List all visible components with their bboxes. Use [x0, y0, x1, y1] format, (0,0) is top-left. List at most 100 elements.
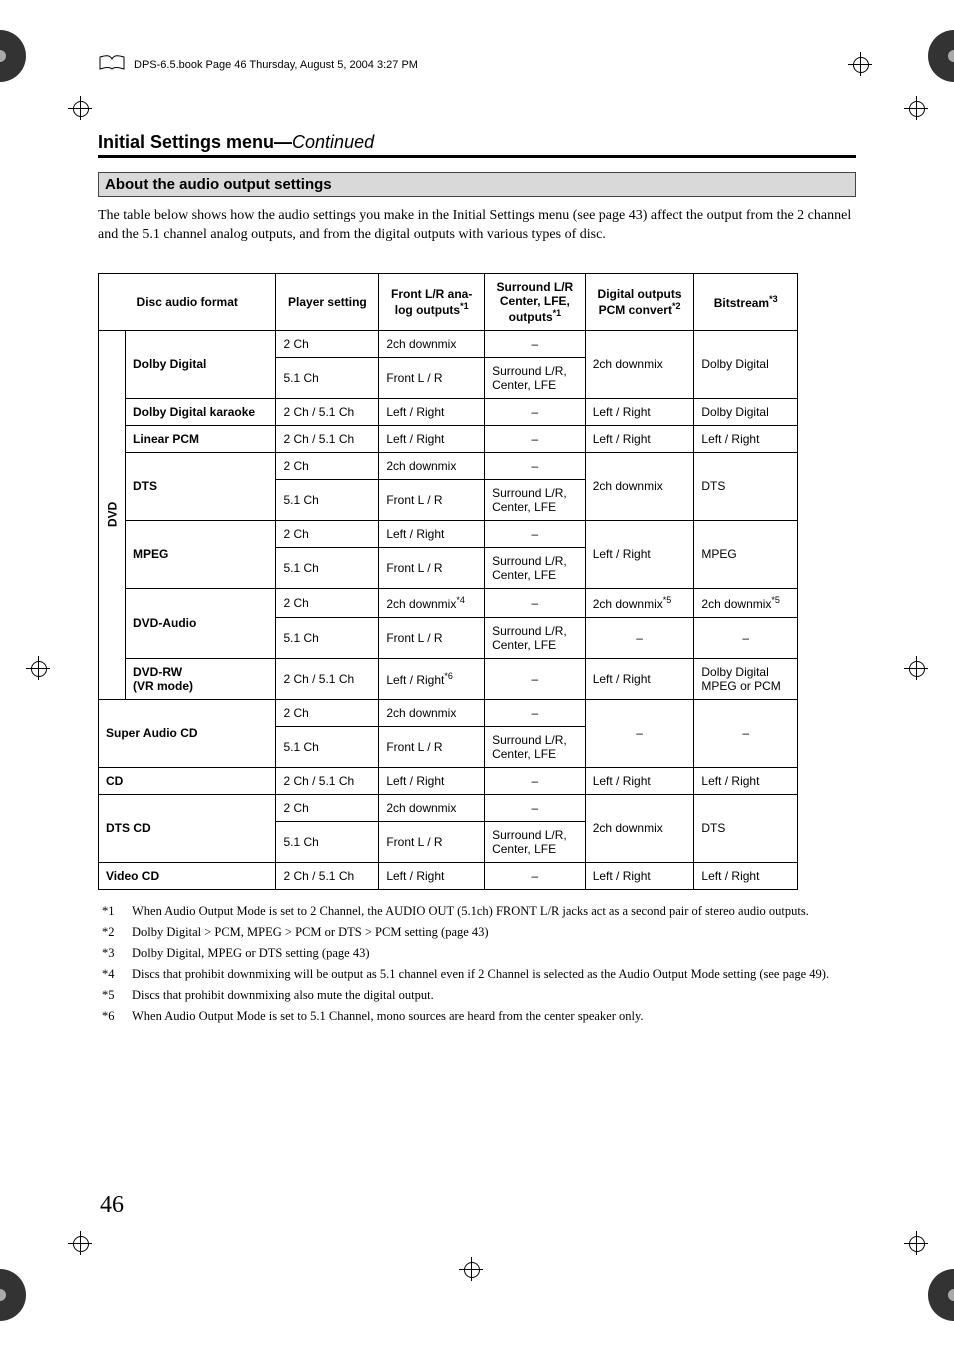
cell: –: [485, 425, 586, 452]
cell: 2 Ch: [276, 520, 379, 547]
registration-mark-icon: [904, 96, 928, 120]
cell: Left / Right: [585, 425, 694, 452]
cell: 2 Ch / 5.1 Ch: [276, 425, 379, 452]
registration-mark-icon: [68, 1231, 92, 1255]
cell: –: [585, 699, 694, 767]
cell: Left / Right: [694, 425, 798, 452]
footnote: *2Dolby Digital > PCM, MPEG > PCM or DTS…: [102, 923, 856, 941]
crop-disc-bl: [0, 1269, 52, 1321]
cell: Front L / R: [379, 726, 485, 767]
crop-disc-br: [902, 1269, 954, 1321]
cell-format: DVD-RW (VR mode): [126, 658, 276, 699]
cell: Dolby Digital MPEG or PCM: [694, 658, 798, 699]
cell: 5.1 Ch: [276, 821, 379, 862]
cell: 2ch downmix: [585, 794, 694, 862]
registration-mark-icon: [26, 656, 50, 680]
cell: 2ch downmix*4: [379, 588, 485, 617]
cell: Left / Right: [379, 398, 485, 425]
th-surround: Surround L/R Center, LFE, outputs*1: [485, 273, 586, 330]
cell: 2ch downmix: [379, 330, 485, 357]
cell: 2ch downmix*5: [585, 588, 694, 617]
cell: 5.1 Ch: [276, 726, 379, 767]
cell: Left / Right: [585, 658, 694, 699]
cell: –: [485, 862, 586, 889]
cell: Front L / R: [379, 547, 485, 588]
cell: –: [485, 699, 586, 726]
cell: Surround L/R, Center, LFE: [485, 617, 586, 658]
cell: Front L / R: [379, 357, 485, 398]
cell: 2ch downmix: [585, 452, 694, 520]
cell-format: DVD-Audio: [126, 588, 276, 658]
cell: –: [485, 588, 586, 617]
cell: 2ch downmix: [585, 330, 694, 398]
footnotes: *1When Audio Output Mode is set to 2 Cha…: [102, 902, 856, 1026]
th-digital-pcm: Digital outputs PCM convert*2: [585, 273, 694, 330]
cell: 2ch downmix: [379, 699, 485, 726]
table-row: DVD Dolby Digital 2 Ch 2ch downmix – 2ch…: [99, 330, 798, 357]
cell-format: DTS CD: [99, 794, 276, 862]
table-row: Linear PCM 2 Ch / 5.1 Ch Left / Right – …: [99, 425, 798, 452]
cell-format: Video CD: [99, 862, 276, 889]
crop-disc-tl: [0, 30, 52, 82]
crop-disc-tr: [902, 30, 954, 82]
cell: 2 Ch / 5.1 Ch: [276, 398, 379, 425]
footnote: *3Dolby Digital, MPEG or DTS setting (pa…: [102, 944, 856, 962]
th-player-setting: Player setting: [276, 273, 379, 330]
cell: –: [485, 520, 586, 547]
cell: Surround L/R, Center, LFE: [485, 357, 586, 398]
cell: –: [485, 398, 586, 425]
cell: 2 Ch: [276, 330, 379, 357]
cell: 2 Ch / 5.1 Ch: [276, 767, 379, 794]
cell: 2ch downmix: [379, 452, 485, 479]
cell-format: DTS: [126, 452, 276, 520]
cell-format: MPEG: [126, 520, 276, 588]
cell: 2ch downmix*5: [694, 588, 798, 617]
cell: Left / Right: [379, 425, 485, 452]
cell: 5.1 Ch: [276, 547, 379, 588]
th-front-lr: Front L/R ana- log outputs*1: [379, 273, 485, 330]
footnote: *6When Audio Output Mode is set to 5.1 C…: [102, 1007, 856, 1025]
intro-paragraph: The table below shows how the audio sett…: [98, 207, 856, 245]
registration-mark-icon: [459, 1257, 483, 1281]
cell: Surround L/R, Center, LFE: [485, 547, 586, 588]
cell: Left / Right: [585, 862, 694, 889]
cell: Left / Right*6: [379, 658, 485, 699]
section-title: Initial Settings menu—Continued: [98, 132, 856, 158]
cell: Left / Right: [585, 767, 694, 794]
table-row: DTS 2 Ch 2ch downmix – 2ch downmix DTS: [99, 452, 798, 479]
cell: –: [694, 699, 798, 767]
book-spread-icon: [98, 55, 126, 74]
table-row: DTS CD 2 Ch 2ch downmix – 2ch downmix DT…: [99, 794, 798, 821]
table-row: Video CD 2 Ch / 5.1 Ch Left / Right – Le…: [99, 862, 798, 889]
book-header-line: DPS-6.5.book Page 46 Thursday, August 5,…: [98, 55, 856, 74]
cell: 5.1 Ch: [276, 479, 379, 520]
cell: Left / Right: [585, 520, 694, 588]
registration-mark-icon: [904, 1231, 928, 1255]
cell: Dolby Digital: [694, 330, 798, 398]
cell: –: [485, 794, 586, 821]
cell: Surround L/R, Center, LFE: [485, 726, 586, 767]
cell: Surround L/R, Center, LFE: [485, 479, 586, 520]
cell: 2 Ch: [276, 699, 379, 726]
cell: –: [694, 617, 798, 658]
cell: 2 Ch: [276, 794, 379, 821]
cell: Left / Right: [379, 767, 485, 794]
cell: DTS: [694, 452, 798, 520]
page-number: 46: [100, 1192, 124, 1219]
table-header-row: Disc audio format Player setting Front L…: [99, 273, 798, 330]
cell: Dolby Digital: [694, 398, 798, 425]
registration-mark-icon: [68, 96, 92, 120]
th-bitstream: Bitstream*3: [694, 273, 798, 330]
cell: –: [485, 767, 586, 794]
table-row: Dolby Digital karaoke 2 Ch / 5.1 Ch Left…: [99, 398, 798, 425]
cell: –: [485, 330, 586, 357]
cell-format: Super Audio CD: [99, 699, 276, 767]
cell-format: Dolby Digital: [126, 330, 276, 398]
cell: Front L / R: [379, 821, 485, 862]
table-row: Super Audio CD 2 Ch 2ch downmix – – –: [99, 699, 798, 726]
cell: Left / Right: [694, 862, 798, 889]
cell: 2 Ch / 5.1 Ch: [276, 658, 379, 699]
footnote: *1When Audio Output Mode is set to 2 Cha…: [102, 902, 856, 920]
page-content: DPS-6.5.book Page 46 Thursday, August 5,…: [98, 55, 856, 1029]
cell: Left / Right: [379, 862, 485, 889]
